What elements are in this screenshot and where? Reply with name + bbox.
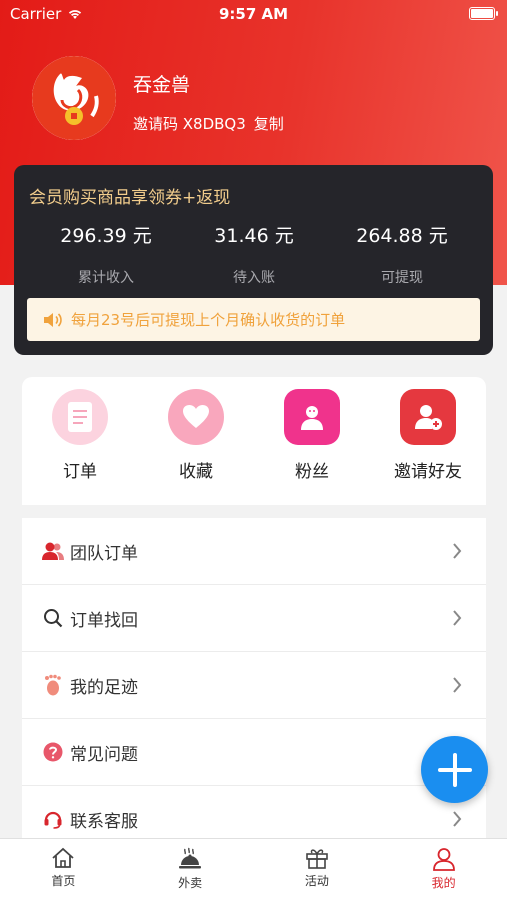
footprint-icon — [42, 674, 64, 696]
menu-faq[interactable]: 常见问题 — [22, 719, 486, 786]
menu-label: 常见问题 — [70, 744, 138, 765]
invite-friend-icon — [400, 389, 456, 445]
battery-icon — [469, 7, 498, 20]
bottom-tab-bar: 首页 外卖 活动 我的 — [0, 838, 507, 900]
team-icon — [42, 540, 64, 562]
tab-label: 首页 — [51, 874, 76, 888]
status-time: 9:57 AM — [218, 5, 289, 23]
invite-code-text: 邀请码 X8DBQ3 — [133, 115, 246, 133]
menu-label: 我的足迹 — [70, 677, 138, 698]
speaker-icon — [44, 312, 62, 327]
cloche-icon — [179, 847, 202, 869]
quick-label: 收藏 — [179, 462, 213, 482]
earnings-card: 会员购买商品享领券+返现 296.39 元 累计收入 31.46 元 待入账 2… — [14, 165, 493, 355]
tab-label: 我的 — [431, 876, 456, 890]
chevron-right-icon — [453, 543, 462, 559]
stat-pending[interactable]: 31.46 元 待入账 — [179, 221, 329, 287]
menu-label: 团队订单 — [70, 543, 138, 564]
stat-total-income[interactable]: 296.39 元 累计收入 — [31, 221, 181, 287]
headset-icon — [42, 808, 64, 830]
gift-icon — [306, 849, 328, 869]
menu-team-orders[interactable]: 团队订单 — [22, 518, 486, 585]
quick-invite-friends[interactable]: 邀请好友 — [370, 389, 486, 482]
user-icon — [432, 848, 455, 871]
chevron-right-icon — [453, 811, 462, 827]
menu-label: 联系客服 — [70, 811, 138, 832]
chevron-right-icon — [453, 677, 462, 693]
chevron-right-icon — [453, 610, 462, 626]
quick-label: 订单 — [63, 462, 97, 482]
stat-label: 累计收入 — [78, 270, 134, 286]
invite-code: 邀请码 X8DBQ3 复制 — [133, 113, 284, 134]
tab-home[interactable]: 首页 — [0, 839, 127, 900]
copy-invite-button[interactable]: 复制 — [254, 113, 284, 134]
order-icon — [52, 389, 108, 445]
stat-value: 31.46 元 — [214, 225, 294, 247]
quick-label: 粉丝 — [295, 462, 329, 482]
withdraw-notice: 每月23号后可提现上个月确认收货的订单 — [27, 298, 480, 341]
stat-withdrawable[interactable]: 264.88 元 可提现 — [327, 221, 477, 287]
fans-icon — [284, 389, 340, 445]
quick-actions: 订单 收藏 粉丝 邀请好友 — [22, 377, 486, 505]
quick-favorites[interactable]: 收藏 — [138, 389, 254, 482]
notice-text: 每月23号后可提现上个月确认收货的订单 — [71, 311, 346, 329]
avatar[interactable] — [32, 56, 116, 140]
quick-label: 邀请好友 — [394, 462, 462, 482]
stat-value: 264.88 元 — [356, 225, 448, 247]
username: 吞金兽 — [133, 74, 191, 96]
question-icon — [42, 741, 64, 763]
home-icon — [52, 847, 74, 868]
stat-label: 可提现 — [381, 270, 423, 286]
status-bar: Carrier 9:57 AM — [0, 0, 507, 28]
floating-add-button[interactable] — [421, 736, 488, 803]
tab-label: 外卖 — [178, 876, 203, 890]
tab-mine[interactable]: 我的 — [380, 839, 507, 900]
dragon-logo-icon — [32, 56, 116, 140]
menu-label: 订单找回 — [70, 610, 138, 631]
search-icon — [42, 607, 64, 629]
settings-menu: 团队订单 订单找回 我的足迹 常见问题 联系客服 — [22, 518, 486, 853]
menu-footprint[interactable]: 我的足迹 — [22, 652, 486, 719]
stat-value: 296.39 元 — [60, 225, 152, 247]
earnings-title: 会员购买商品享领券+返现 — [29, 188, 231, 208]
quick-order[interactable]: 订单 — [22, 389, 138, 482]
tab-label: 活动 — [304, 874, 329, 888]
menu-order-recovery[interactable]: 订单找回 — [22, 585, 486, 652]
quick-fans[interactable]: 粉丝 — [254, 389, 370, 482]
heart-icon — [168, 389, 224, 445]
plus-icon — [437, 752, 472, 787]
stat-label: 待入账 — [233, 270, 275, 286]
tab-activity[interactable]: 活动 — [254, 839, 381, 900]
tab-takeout[interactable]: 外卖 — [127, 839, 254, 900]
